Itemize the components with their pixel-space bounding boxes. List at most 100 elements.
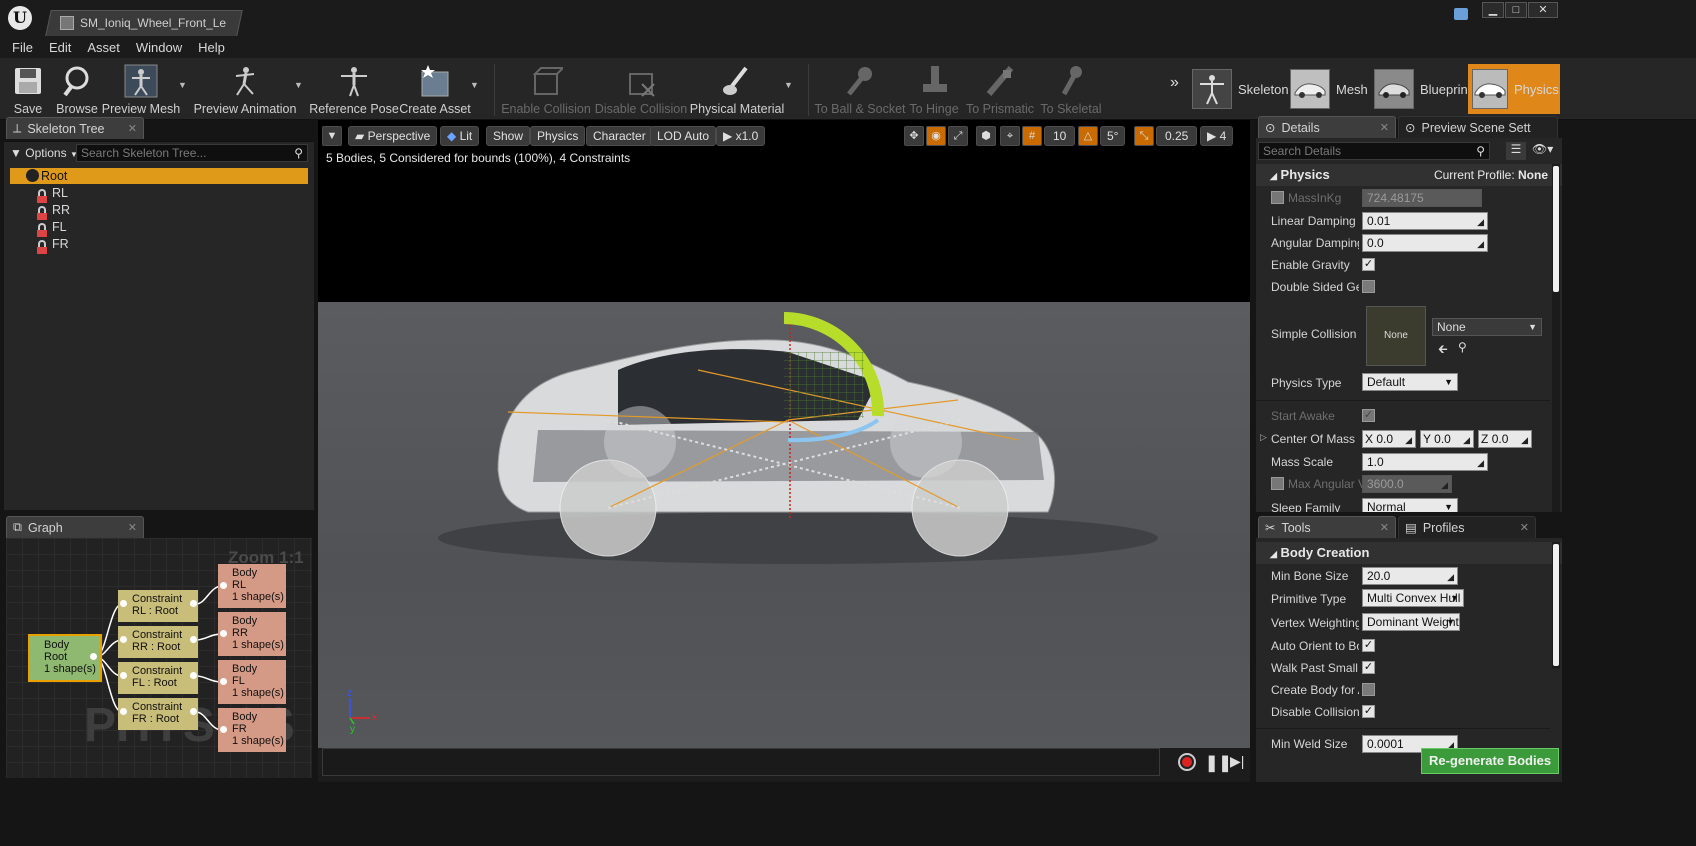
- vertex-weighting-dropdown[interactable]: Dominant Weight ▼: [1362, 613, 1460, 631]
- input-pin[interactable]: [120, 672, 127, 679]
- minimize-button[interactable]: ▁: [1482, 2, 1504, 18]
- com-y-field[interactable]: Y 0.0 ◢: [1420, 430, 1474, 448]
- create-body-checkbox[interactable]: [1362, 683, 1375, 696]
- camera-speed-button[interactable]: ▶ 4: [1200, 126, 1234, 146]
- menu-asset[interactable]: Asset: [79, 40, 128, 55]
- primitive-type-dropdown[interactable]: Multi Convex Hull ▼: [1362, 589, 1464, 607]
- close-tab-icon[interactable]: ✕: [128, 122, 137, 135]
- scrollbar-thumb[interactable]: [1553, 166, 1559, 292]
- translate-icon[interactable]: ✥: [904, 126, 924, 146]
- mode-blueprint-button[interactable]: Blueprint: [1370, 64, 1477, 114]
- menu-help[interactable]: Help: [190, 40, 233, 55]
- rotate-icon[interactable]: ◉: [926, 126, 946, 146]
- tab-graph[interactable]: ⧉ Graph ✕: [6, 516, 144, 538]
- input-pin[interactable]: [220, 678, 227, 685]
- world-local-icon[interactable]: ⬢: [976, 126, 996, 146]
- tab-details[interactable]: ⊙ Details ✕: [1258, 116, 1396, 138]
- more-modes-icon[interactable]: »: [1170, 74, 1179, 92]
- view-options-icon[interactable]: ☰: [1506, 142, 1526, 160]
- auto-orient-checkbox[interactable]: ✓: [1362, 639, 1375, 652]
- to-skeletal-button[interactable]: To Skeletal: [1040, 62, 1102, 118]
- expand-arrow-icon[interactable]: ▷: [1260, 432, 1267, 443]
- tab-preview-scene-settings[interactable]: ⊙ Preview Scene Sett: [1398, 116, 1558, 138]
- grid-snap-icon[interactable]: #: [1022, 126, 1042, 146]
- reference-pose-button[interactable]: Reference Pose: [309, 62, 399, 118]
- sleep-family-dropdown[interactable]: Normal ▼: [1362, 498, 1458, 512]
- phys-material-thumbnail[interactable]: None: [1366, 306, 1426, 366]
- skeleton-search-input[interactable]: Search Skeleton Tree... ⚲: [76, 144, 308, 162]
- tree-item-fr[interactable]: FR: [37, 236, 69, 254]
- notification-icon[interactable]: [1454, 8, 1468, 20]
- browse-search-icon[interactable]: ⚲: [1458, 340, 1467, 354]
- close-tab-icon[interactable]: ✕: [1380, 121, 1389, 134]
- to-hinge-button[interactable]: To Hinge: [909, 62, 959, 118]
- output-pin[interactable]: [190, 636, 197, 643]
- graph-node-body-rl[interactable]: Body RL 1 shape(s): [218, 564, 286, 608]
- eye-icon[interactable]: 👁▾: [1532, 142, 1560, 160]
- tree-item-root[interactable]: Root: [26, 168, 67, 184]
- to-ball-socket-button[interactable]: To Ball & Socket: [815, 62, 906, 118]
- preview-animation-button[interactable]: Preview Animation: [194, 62, 296, 118]
- physics-type-dropdown[interactable]: Default ▼: [1362, 373, 1458, 391]
- grid-snap-value[interactable]: 10: [1044, 126, 1076, 146]
- rotation-snap-value[interactable]: 5°: [1100, 126, 1126, 146]
- graph-node-constraint-rl[interactable]: Constraint RL : Root: [118, 590, 198, 622]
- graph-node-body-fl[interactable]: Body FL 1 shape(s): [218, 660, 286, 704]
- menu-edit[interactable]: Edit: [41, 40, 79, 55]
- close-tab-icon[interactable]: ✕: [1380, 521, 1389, 534]
- character-button[interactable]: Character: [586, 126, 653, 146]
- preview-mesh-dropdown-icon[interactable]: ▼: [178, 80, 187, 90]
- viewport-options-icon[interactable]: ▼: [322, 126, 342, 146]
- input-pin[interactable]: [220, 726, 227, 733]
- preview-animation-dropdown-icon[interactable]: ▼: [294, 80, 303, 90]
- document-tab[interactable]: SM_Ioniq_Wheel_Front_Le: [56, 10, 236, 36]
- to-prismatic-button[interactable]: To Prismatic: [966, 62, 1034, 118]
- maximize-button[interactable]: □: [1505, 2, 1527, 18]
- graph-node-constraint-rr[interactable]: Constraint RR : Root: [118, 626, 198, 658]
- tab-tools[interactable]: ✂ Tools ✕: [1258, 516, 1396, 538]
- use-selected-arrow-icon[interactable]: 🡰: [1438, 340, 1448, 361]
- physical-material-button[interactable]: Physical Material: [690, 62, 784, 118]
- create-asset-button[interactable]: Create Asset: [399, 62, 471, 118]
- scale-snap-value[interactable]: 0.25: [1156, 126, 1198, 146]
- com-x-field[interactable]: X 0.0 ◢: [1362, 430, 1416, 448]
- body-creation-section-header[interactable]: ◢ Body Creation: [1256, 542, 1562, 564]
- tab-skeleton-tree[interactable]: ⟂ Skeleton Tree ✕: [6, 117, 144, 139]
- scale-snap-icon[interactable]: ⤡: [1134, 126, 1154, 146]
- regenerate-bodies-button[interactable]: Re-generate Bodies: [1421, 748, 1559, 774]
- pause-button[interactable]: ❚❚: [1205, 753, 1232, 773]
- scale-icon[interactable]: ⤢: [948, 126, 968, 146]
- output-pin[interactable]: [190, 672, 197, 679]
- scrollbar-thumb[interactable]: [1553, 544, 1559, 666]
- enable-gravity-checkbox[interactable]: ✓: [1362, 258, 1375, 271]
- angular-damping-field[interactable]: 0.0 ◢: [1362, 234, 1488, 252]
- graph-canvas[interactable]: Zoom 1:1 PHYSICS Body Root 1 shape(s) Co…: [6, 538, 312, 778]
- menu-file[interactable]: File: [4, 40, 41, 55]
- perspective-button[interactable]: ▰ Perspective: [348, 126, 438, 146]
- close-window-button[interactable]: ✕: [1528, 2, 1558, 18]
- step-forward-button[interactable]: ▶|: [1230, 753, 1244, 770]
- tree-item-rl[interactable]: RL: [37, 185, 68, 203]
- details-scrollbar[interactable]: [1552, 164, 1560, 512]
- graph-node-constraint-fr[interactable]: Constraint FR : Root: [118, 698, 198, 730]
- surface-snap-icon[interactable]: ⌖: [1000, 126, 1020, 146]
- console-input[interactable]: [322, 748, 1160, 776]
- input-pin[interactable]: [220, 582, 227, 589]
- options-button[interactable]: ▼ Options ▼: [10, 146, 78, 160]
- play-speed-button[interactable]: ▶ x1.0: [716, 126, 766, 146]
- viewport[interactable]: z x y ▼ ▰ Perspective ◆ Lit Show Physics…: [318, 120, 1250, 748]
- tools-scrollbar[interactable]: [1552, 542, 1560, 668]
- input-pin[interactable]: [120, 600, 127, 607]
- browse-button[interactable]: Browse: [56, 62, 98, 118]
- com-z-field[interactable]: Z 0.0 ◢: [1478, 430, 1532, 448]
- max-angular-checkbox[interactable]: [1271, 477, 1284, 490]
- tree-item-fl[interactable]: FL: [37, 219, 67, 237]
- close-tab-icon[interactable]: ✕: [128, 521, 137, 534]
- preview-mesh-button[interactable]: Preview Mesh: [102, 62, 180, 118]
- record-button[interactable]: [1178, 753, 1196, 771]
- create-asset-dropdown-icon[interactable]: ▼: [470, 80, 479, 90]
- mode-skeleton-button[interactable]: Skeleton: [1188, 64, 1295, 114]
- show-button[interactable]: Show: [486, 126, 531, 146]
- tab-profiles[interactable]: ▤ Profiles ✕: [1398, 516, 1536, 538]
- tree-item-rr[interactable]: RR: [37, 202, 70, 220]
